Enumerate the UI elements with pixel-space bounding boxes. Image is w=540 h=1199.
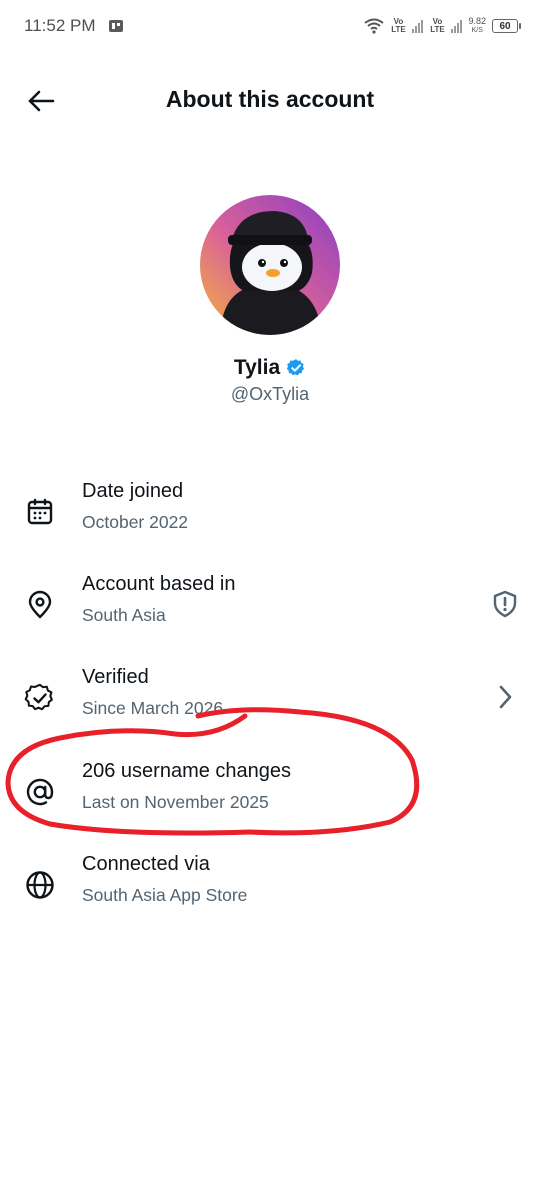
volte-label-2: Vo LTE [430,17,445,34]
battery-level: 60 [499,21,511,32]
wifi-icon [364,18,385,34]
network-speed-value: 9.82 [468,16,486,26]
verified-check-icon [22,680,58,716]
handle: @OxTylia [230,384,310,404]
info-item-verified[interactable]: Verified Since March 2026 [0,666,540,736]
info-title: Date joined [82,480,184,502]
info-subtitle: Since March 2026 [82,698,224,718]
display-name: Tylia [233,356,281,379]
battery-icon: 60 [492,19,521,33]
shield-alert-icon [493,590,517,618]
info-subtitle: South Asia [82,605,166,625]
globe-icon [22,867,58,903]
info-item-username-changes: 206 username changes Last on November 20… [0,760,540,830]
location-pin-icon [22,587,58,623]
signal-icon-2 [451,19,463,33]
chevron-right-icon [499,685,512,709]
info-title: Connected via [82,853,210,875]
at-sign-icon [22,774,58,810]
status-bar-right: Vo LTE Vo LTE 9.82 K/S 60 [364,17,521,35]
notification-app-icon [108,20,123,32]
shield-alert-button[interactable] [488,587,522,621]
info-subtitle: South Asia App Store [82,885,248,905]
info-title: 206 username changes [82,760,292,782]
volte-label-1: Vo LTE [391,17,406,34]
avatar[interactable] [200,195,340,335]
network-speed: 9.82 K/S [468,17,486,35]
info-item-connected-via: Connected via South Asia App Store [0,853,540,923]
info-item-date-joined: Date joined October 2022 [0,480,540,550]
page-title: About this account [165,86,375,112]
display-name-row: Tylia [0,356,540,380]
info-subtitle: October 2022 [82,512,189,532]
info-title: Account based in [82,573,236,595]
info-subtitle: Last on November 2025 [82,792,269,812]
network-speed-unit: K/S [471,27,483,34]
header: About this account [0,70,540,132]
calendar-icon [22,494,58,530]
verified-badge-icon [286,359,305,376]
status-bar-left: 11:52 PM [24,16,124,36]
status-bar: 11:52 PM Vo LTE Vo LTE 9.82 K/S 60 [0,0,540,52]
info-item-account-based-in: Account based in South Asia [0,573,540,643]
verified-chevron-button[interactable] [488,680,522,714]
avatar-image [200,195,340,335]
status-time: 11:52 PM [24,16,96,35]
signal-icon-1 [412,19,424,33]
info-title: Verified [82,666,149,688]
